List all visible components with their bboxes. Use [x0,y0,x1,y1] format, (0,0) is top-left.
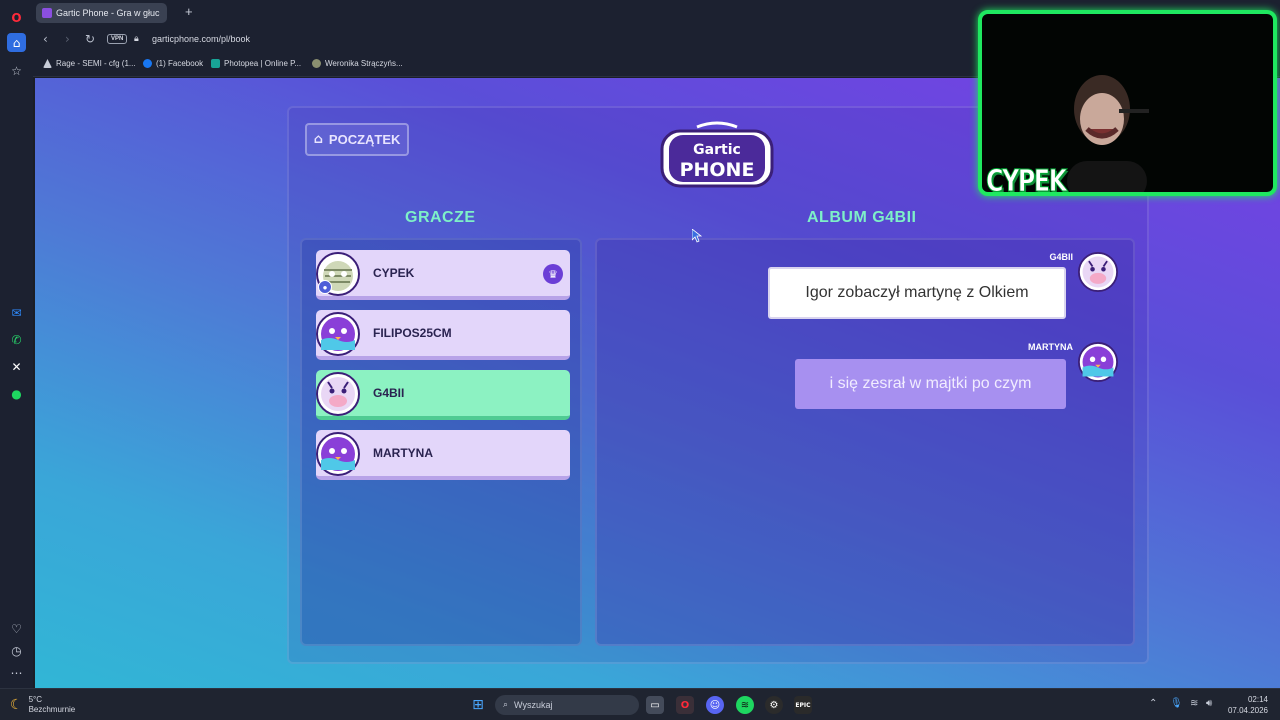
gartic-phone-logo: Gartic PHONE [660,121,774,188]
cow-avatar-icon [316,372,360,416]
spotify-icon[interactable]: ● [7,384,26,403]
purple-bird-avatar-icon [316,432,360,476]
browser-sidebar: O ⌂ ☆ ✉ ✆ ✕ ● ♡ ◷ ⋯ [0,0,33,688]
message-author: MARTYNA [1028,342,1073,352]
messenger-icon[interactable]: ✉ [7,303,26,322]
players-panel: ● CYPEK ♛ FILIPOS25CM G4BII MARTYNA [300,238,582,646]
moon-icon: ☾ [10,697,23,713]
back-icon[interactable]: ‹ [43,32,48,46]
facebook-icon [143,59,152,68]
new-tab-plus-icon[interactable]: + [185,4,193,19]
player-card-g4bii[interactable]: G4BII [316,370,570,420]
bookmark-rage[interactable]: Rage - SEMI - cfg (1... [43,59,136,68]
photopea-icon [211,59,220,68]
webcam-name-label: CYPEK [986,164,1068,196]
warning-icon [43,59,52,68]
search-placeholder: Wyszukaj [514,700,553,710]
taskbar-clock[interactable]: 02:14 07.04.2026 [1222,694,1268,716]
tray-overflow-icon[interactable]: ⌃ [1149,698,1157,709]
vpn-badge[interactable]: VPN [107,34,128,44]
album-title: ALBUM G4BII [807,209,917,226]
windows-taskbar: ☾ 5°C Bezchmurnie ⊞ ⌕ Wyszukaj ▭ O ☺ ≋ ⚙… [0,688,1280,720]
webcam-overlay: CYPEK [978,10,1277,196]
player-name: CYPEK [373,266,415,280]
clock-date: 07.04.2026 [1227,706,1268,715]
wifi-icon[interactable]: ≋ [1190,698,1198,709]
player-name: G4BII [373,386,405,400]
bookmark-facebook[interactable]: (1) Facebook [143,59,203,68]
discord-icon[interactable]: ☺ [706,696,724,714]
weather-temp: 5°C [28,695,42,704]
album-message-text: Igor zobaczył martynę z Olkiem [768,267,1066,319]
bookmark-label: Weronika Strączyńs... [325,59,403,68]
home-icon[interactable]: ⌂ [7,33,26,52]
gartic-favicon-icon [42,8,52,18]
lock-icon[interactable]: 🔒︎ [134,33,139,44]
mouse-cursor-icon [692,229,702,243]
home-button[interactable]: ⌂ POCZĄTEK [305,123,409,156]
x-twitter-icon[interactable]: ✕ [7,357,26,376]
tab-title: Gartic Phone - Gra w głuc [56,8,160,18]
heart-icon[interactable]: ♡ [7,619,26,638]
player-name: FILIPOS25CM [373,326,452,340]
opera-logo-icon[interactable]: O [7,8,26,27]
bookmark-site-icon [312,59,321,68]
more-icon[interactable]: ⋯ [7,663,26,682]
bookmark-label: Photopea | Online P... [224,59,302,68]
spotify-taskbar-icon[interactable]: ≋ [736,696,754,714]
tab-gartic-phone[interactable]: Gartic Phone - Gra w głuc [36,3,167,23]
steam-icon[interactable]: ⚙ [765,696,783,714]
home-button-label: POCZĄTEK [328,132,401,147]
bookmark-label: (1) Facebook [156,59,204,68]
whatsapp-icon[interactable]: ✆ [7,330,26,349]
weather-desc: Bezchmurnie [28,705,76,714]
forward-icon[interactable]: › [65,32,70,46]
windows-start-icon[interactable]: ⊞ [469,696,487,714]
weather-widget[interactable]: ☾ 5°C Bezchmurnie [10,695,75,715]
player-card-martyna[interactable]: MARTYNA [316,430,570,480]
album-message-text: i się zesrał w majtki po czym [795,359,1066,409]
opera-taskbar-icon[interactable]: O [676,696,694,714]
player-card-cypek[interactable]: ● CYPEK ♛ [316,250,570,300]
bookmark-weronika[interactable]: Weronika Strączyńs... [312,59,403,68]
microphone-icon[interactable]: 🎙︎ [1170,698,1183,709]
clock-time: 02:14 [1247,695,1268,704]
pinboard-icon[interactable]: ☆ [7,61,26,80]
logo-gartic-text: Gartic [693,142,741,158]
cow-avatar-icon [1078,252,1118,292]
history-icon[interactable]: ◷ [7,641,26,660]
volume-icon[interactable]: 🔊︎ [1206,698,1212,709]
reload-icon[interactable]: ↻ [85,32,95,46]
taskbar-search[interactable]: ⌕ Wyszukaj [495,695,639,715]
streamer-silhouette [1067,75,1149,192]
url-field[interactable]: garticphone.com/pl/book [152,34,250,44]
crown-icon: ♛ [543,264,563,284]
players-title: GRACZE [405,209,476,226]
task-view-icon[interactable]: ▭ [646,696,664,714]
purple-bird-avatar-icon [316,312,360,356]
bookmark-label: Rage - SEMI - cfg (1... [56,59,136,68]
search-icon: ⌕ [503,700,509,710]
host-badge-icon: ● [318,280,332,294]
epic-games-icon[interactable]: EPIC [794,696,812,714]
player-card-filipos[interactable]: FILIPOS25CM [316,310,570,360]
message-author: G4BII [1049,252,1073,262]
logo-phone-text: PHONE [680,159,755,181]
bookmark-photopea[interactable]: Photopea | Online P... [211,59,301,68]
player-name: MARTYNA [373,446,433,460]
purple-bird-avatar-icon [1078,342,1118,382]
house-icon: ⌂ [313,132,323,147]
